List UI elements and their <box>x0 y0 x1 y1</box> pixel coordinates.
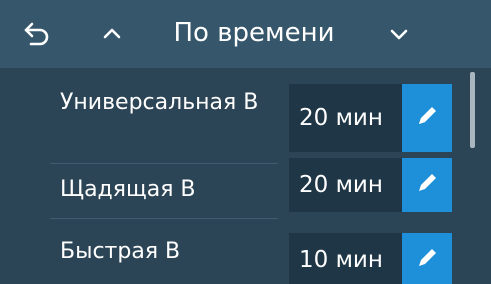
pencil-icon <box>414 103 440 133</box>
program-time-screen: По времени Универсальная В 20 мин Щадяща… <box>0 0 491 284</box>
program-list: Универсальная В 20 мин Щадящая В 20 мин <box>0 68 491 284</box>
time-value: 20 мин <box>299 105 383 131</box>
chevron-up-icon <box>100 22 124 46</box>
next-button[interactable] <box>375 10 423 58</box>
previous-button[interactable] <box>88 10 136 58</box>
scrollbar[interactable] <box>470 72 475 278</box>
pencil-icon <box>414 170 440 200</box>
time-value-field[interactable]: 20 мин <box>289 158 405 212</box>
time-value-field[interactable]: 10 мин <box>289 233 405 284</box>
edit-button[interactable] <box>402 84 452 152</box>
program-label: Щадящая В <box>60 177 196 202</box>
list-item: Быстрая В 10 мин <box>50 220 455 284</box>
time-value-field[interactable]: 20 мин <box>289 84 405 152</box>
row-divider <box>50 163 278 164</box>
back-button[interactable] <box>14 10 62 58</box>
row-divider <box>50 218 278 219</box>
header-bar: По времени <box>0 0 491 68</box>
pencil-icon <box>414 245 440 275</box>
scrollbar-thumb[interactable] <box>470 72 475 148</box>
program-label: Универсальная В <box>60 90 259 115</box>
list-item: Щадящая В 20 мин <box>50 158 455 220</box>
edit-button[interactable] <box>402 233 452 284</box>
chevron-down-icon <box>387 22 411 46</box>
page-title: По времени <box>173 18 335 48</box>
time-value: 20 мин <box>299 172 383 198</box>
time-value: 10 мин <box>299 247 383 273</box>
list-item: Универсальная В 20 мин <box>50 81 455 166</box>
edit-button[interactable] <box>402 158 452 212</box>
program-label: Быстрая В <box>60 239 181 264</box>
back-arrow-icon <box>23 19 53 49</box>
